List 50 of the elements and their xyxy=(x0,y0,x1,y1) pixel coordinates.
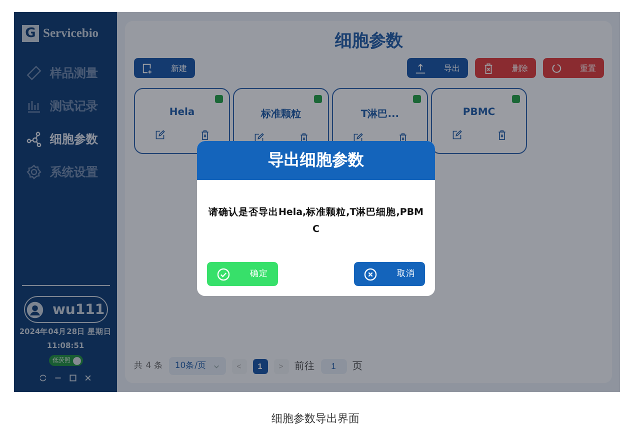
settings-icon xyxy=(26,164,42,180)
goto-page-field[interactable]: 1 xyxy=(320,358,346,374)
share-nodes-icon xyxy=(26,131,42,147)
dialog-message: 请确认是否导出Hela,标准颗粒,T淋巴细胞,PBMC xyxy=(207,206,425,237)
nav-item[interactable]: 样品测量 xyxy=(26,62,117,84)
cell-card[interactable]: Hela xyxy=(134,88,230,154)
card-title: 标准颗粒 xyxy=(261,108,301,121)
nav-item[interactable]: 系统设置 xyxy=(26,161,117,183)
card-title: T淋巴... xyxy=(360,108,400,121)
check-circle-icon xyxy=(217,268,230,280)
prev-page-button[interactable]: < xyxy=(232,358,246,374)
card-title: PBMC xyxy=(462,107,496,118)
edit-icon[interactable] xyxy=(154,130,164,140)
logo-icon: G xyxy=(22,25,39,42)
trash-icon[interactable] xyxy=(200,130,210,140)
page-title: 细胞参数 xyxy=(334,30,404,52)
edit-icon[interactable] xyxy=(452,130,462,140)
dialog-header: 导出细胞参数 xyxy=(197,141,435,180)
reset-icon xyxy=(551,62,562,74)
upload-icon xyxy=(415,62,426,74)
logo-text: Servicebio xyxy=(43,26,99,41)
toolbar-button[interactable]: 重置 xyxy=(543,58,604,78)
nav-item[interactable]: 细胞参数 xyxy=(26,128,117,150)
cancel-button[interactable]: 取消 xyxy=(354,262,425,286)
page-size-select[interactable]: 10条/页 xyxy=(168,357,226,375)
user-button[interactable]: wu111 xyxy=(24,296,108,323)
trash-icon xyxy=(483,62,494,74)
page-number[interactable]: 1 xyxy=(252,358,268,374)
trash-icon[interactable] xyxy=(496,130,506,140)
toolbar-button[interactable]: 导出 xyxy=(407,58,468,78)
close-icon[interactable] xyxy=(84,374,92,382)
chevron-down-icon xyxy=(212,362,220,370)
ruler-icon xyxy=(26,65,42,81)
toolbar-button[interactable]: 删除 xyxy=(475,58,536,78)
refresh-icon[interactable] xyxy=(39,374,47,382)
goto-label: 前往 xyxy=(294,360,314,373)
next-page-button[interactable]: > xyxy=(274,358,288,374)
page-unit: 页 xyxy=(352,360,362,373)
card-title: Hela xyxy=(169,107,195,118)
close-circle-icon xyxy=(364,268,377,280)
confirm-button[interactable]: 确定 xyxy=(207,262,278,286)
bar-chart-icon xyxy=(26,98,42,114)
figure-caption: 细胞参数导出界面 xyxy=(270,411,360,426)
cell-card[interactable]: PBMC xyxy=(431,88,527,154)
nav-item[interactable]: 测试记录 xyxy=(26,95,117,117)
toolbar-button[interactable]: 新建 xyxy=(134,58,195,78)
user-icon xyxy=(26,300,44,318)
maximize-icon[interactable] xyxy=(69,374,77,382)
total-count: 共 4 条 xyxy=(134,360,163,372)
new-icon xyxy=(142,62,153,74)
